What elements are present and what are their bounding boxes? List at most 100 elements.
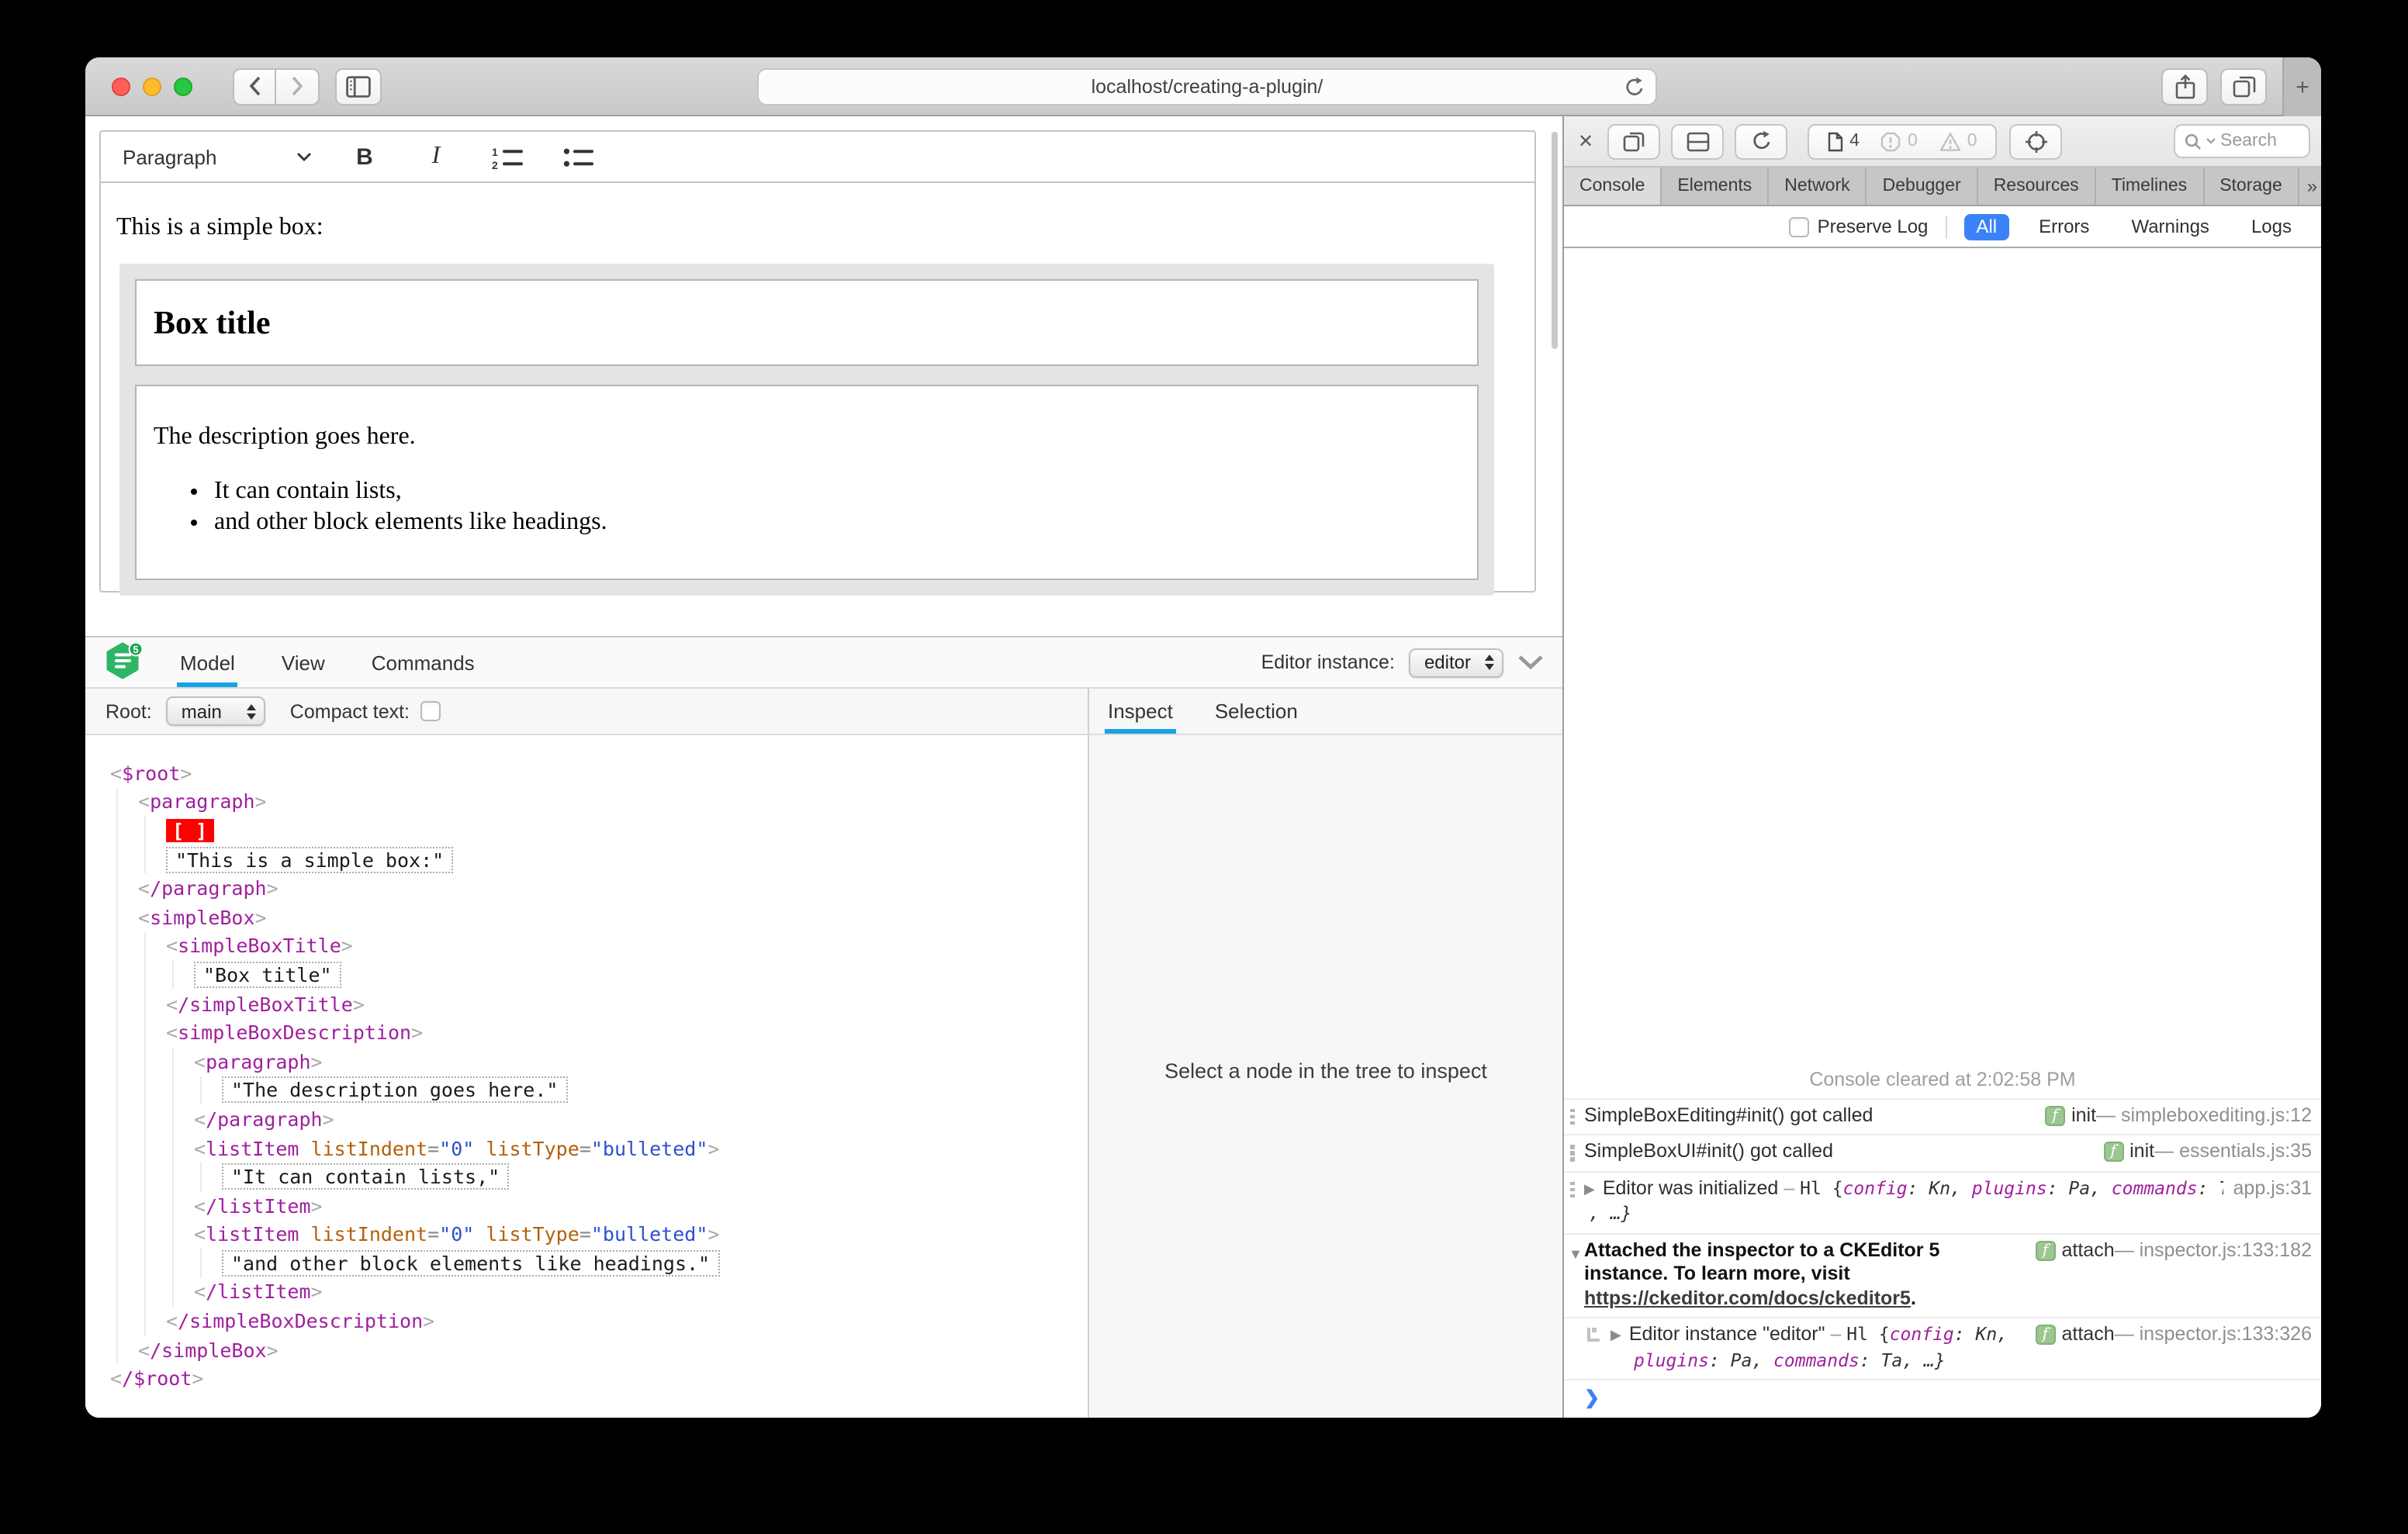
tab-inspect[interactable]: Inspect: [1105, 689, 1176, 734]
tab-console[interactable]: Console: [1564, 168, 1662, 205]
function-badge-icon: f: [2035, 1325, 2056, 1346]
close-inspector-button[interactable]: ✕: [1578, 130, 1593, 152]
model-tree-node[interactable]: < $root >: [110, 758, 1088, 787]
model-tree-node[interactable]: "Box title": [194, 960, 1088, 989]
ckeditor-docs-link[interactable]: https://ckeditor.com/docs/ckeditor5: [1584, 1287, 1911, 1308]
list-item[interactable]: It can contain lists,: [214, 476, 1460, 506]
tab-elements[interactable]: Elements: [1662, 168, 1770, 205]
model-tree-node[interactable]: "This is a simple box:": [166, 845, 1088, 874]
model-tree-node[interactable]: </paragraph >: [194, 1104, 1088, 1133]
more-tabs-button[interactable]: »: [2299, 168, 2321, 205]
dock-bottom-button[interactable]: [1671, 123, 1725, 159]
model-tree-node[interactable]: </$root >: [110, 1364, 1088, 1393]
editor-instance-select[interactable]: editor: [1408, 648, 1503, 677]
description-paragraph[interactable]: The description goes here.: [154, 423, 1460, 451]
model-tree-node[interactable]: </listItem >: [194, 1277, 1088, 1306]
model-tree-node[interactable]: < simpleBox >: [138, 903, 1088, 931]
disclosure-closed-icon[interactable]: ▶: [1611, 1324, 1621, 1348]
collapse-inspector-button[interactable]: [1517, 655, 1544, 670]
tab-overview-button[interactable]: [2220, 68, 2267, 105]
list-item[interactable]: and other block elements like headings.: [214, 507, 1460, 537]
console-prompt[interactable]: ❯: [1564, 1379, 2321, 1418]
model-tree-node[interactable]: </paragraph >: [138, 874, 1088, 903]
source-location[interactable]: — essentials.js:35: [2154, 1140, 2312, 1164]
filter-logs[interactable]: Logs: [2239, 213, 2304, 240]
resource-badges[interactable]: 4 0 0: [1808, 123, 1998, 159]
compact-text-checkbox[interactable]: [420, 701, 441, 721]
console-message[interactable]: ▶ Editor was initialized – Hl {config: Kn…: [1564, 1170, 2321, 1232]
forward-button[interactable]: [276, 67, 320, 105]
model-tree-node[interactable]: < paragraph >: [194, 1047, 1088, 1076]
model-tree-node[interactable]: < simpleBoxTitle >: [166, 931, 1088, 960]
reload-button[interactable]: [1624, 76, 1645, 99]
preserve-log-checkbox[interactable]: [1789, 216, 1810, 237]
root-select[interactable]: main: [165, 696, 265, 726]
maximize-window-button[interactable]: [174, 77, 192, 95]
heading-dropdown[interactable]: Paragraph: [123, 145, 312, 168]
tab-model[interactable]: Model: [177, 637, 238, 687]
intro-paragraph[interactable]: This is a simple box:: [116, 214, 1519, 242]
url-text: localhost/creating-a-plugin/: [1091, 76, 1323, 98]
model-tree-node[interactable]: "The description goes here.": [222, 1076, 1088, 1104]
source-location[interactable]: — simpleboxediting.js:12: [2096, 1104, 2312, 1128]
reload-page-button[interactable]: [1735, 123, 1788, 159]
detach-inspector-button[interactable]: [1607, 123, 1661, 159]
sidebar-toggle-button[interactable]: [335, 67, 382, 105]
tab-selection[interactable]: Selection: [1212, 689, 1301, 734]
simple-box-title[interactable]: Box title: [135, 279, 1479, 366]
tab-storage[interactable]: Storage: [2204, 168, 2299, 205]
editor-content[interactable]: This is a simple box: Box title The desc…: [101, 183, 1534, 596]
back-button[interactable]: [233, 67, 276, 105]
filter-warnings[interactable]: Warnings: [2119, 213, 2222, 240]
console-message[interactable]: ▼ Attached the inspector to a CKEditor 5…: [1564, 1232, 2321, 1317]
element-picker-button[interactable]: [2009, 123, 2063, 159]
source-location[interactable]: app.js:31: [2233, 1176, 2312, 1201]
close-window-button[interactable]: [112, 77, 130, 95]
model-tree-node[interactable]: < paragraph >: [138, 787, 1088, 816]
source-location[interactable]: — inspector.js:133:326: [2115, 1323, 2312, 1347]
tab-view[interactable]: View: [279, 637, 328, 687]
model-tree-node[interactable]: </simpleBoxTitle >: [166, 990, 1088, 1018]
tab-timelines[interactable]: Timelines: [2096, 168, 2205, 205]
model-tree-node[interactable]: < listItem listIndent = "0" listType = "bulle…: [194, 1133, 1088, 1162]
tab-debugger[interactable]: Debugger: [1867, 168, 1978, 205]
share-button[interactable]: [2161, 68, 2208, 105]
tab-commands[interactable]: Commands: [368, 637, 478, 687]
model-tree-pane[interactable]: < $root > < paragraph >[ ] "This is a simple b…: [85, 735, 1089, 1418]
model-tree-node[interactable]: [ ]: [166, 816, 1088, 845]
minimize-window-button[interactable]: [143, 77, 161, 95]
italic-button[interactable]: I: [417, 138, 455, 175]
model-tree-children: "It can contain lists,": [200, 1162, 1088, 1191]
page-scrollbar-thumb[interactable]: [1552, 132, 1558, 349]
numbered-list-button[interactable]: 1 2: [489, 138, 526, 175]
console-message[interactable]: SimpleBoxEditing#init() got called f ini…: [1564, 1097, 2321, 1134]
model-tree-node[interactable]: </listItem >: [194, 1191, 1088, 1220]
simple-box-widget[interactable]: Box title The description goes here. It …: [119, 264, 1494, 596]
model-tree-node[interactable]: </simpleBoxDescription >: [166, 1307, 1088, 1335]
filter-all[interactable]: All: [1963, 213, 2010, 240]
numbered-list-icon: 1 2: [491, 145, 522, 168]
url-bar[interactable]: localhost/creating-a-plugin/: [757, 68, 1657, 105]
new-tab-button[interactable]: +: [2282, 57, 2321, 116]
tab-network[interactable]: Network: [1769, 168, 1867, 205]
inspector-search-field[interactable]: Search: [2174, 124, 2310, 158]
preserve-log-control[interactable]: Preserve Log: [1789, 216, 1928, 237]
simple-box-description[interactable]: The description goes here. It can contai…: [135, 385, 1479, 580]
model-tree-node[interactable]: </simpleBox >: [138, 1335, 1088, 1364]
console-output[interactable]: Console cleared at 2:02:58 PM SimpleBoxE…: [1564, 248, 2321, 1418]
bulleted-list-button[interactable]: [560, 138, 597, 175]
model-tree-node[interactable]: "and other block elements like headings.…: [222, 1249, 1088, 1277]
model-tree-node[interactable]: "It can contain lists,": [222, 1163, 1088, 1191]
filter-errors[interactable]: Errors: [2026, 213, 2102, 240]
disclosure-closed-icon[interactable]: ▶: [1584, 1177, 1595, 1201]
web-inspector: ✕ 4 0 0 Search Console Elements Network …: [1562, 116, 2321, 1418]
tab-resources[interactable]: Resources: [1978, 168, 2096, 205]
source-location[interactable]: — inspector.js:133:182: [2115, 1239, 2312, 1263]
model-tree-node[interactable]: < listItem listIndent = "0" listType = "bulle…: [194, 1220, 1088, 1249]
console-message[interactable]: SimpleBoxUI#init() got called f init — e…: [1564, 1134, 2321, 1170]
model-text-node: "This is a simple box:": [166, 846, 454, 873]
disclosure-open-icon[interactable]: ▼: [1569, 1242, 1583, 1266]
console-message[interactable]: ▶ Editor instance "editor" – Hl {config: …: [1564, 1317, 2321, 1379]
model-tree-node[interactable]: < simpleBoxDescription >: [166, 1018, 1088, 1047]
bold-button[interactable]: B: [346, 138, 383, 175]
